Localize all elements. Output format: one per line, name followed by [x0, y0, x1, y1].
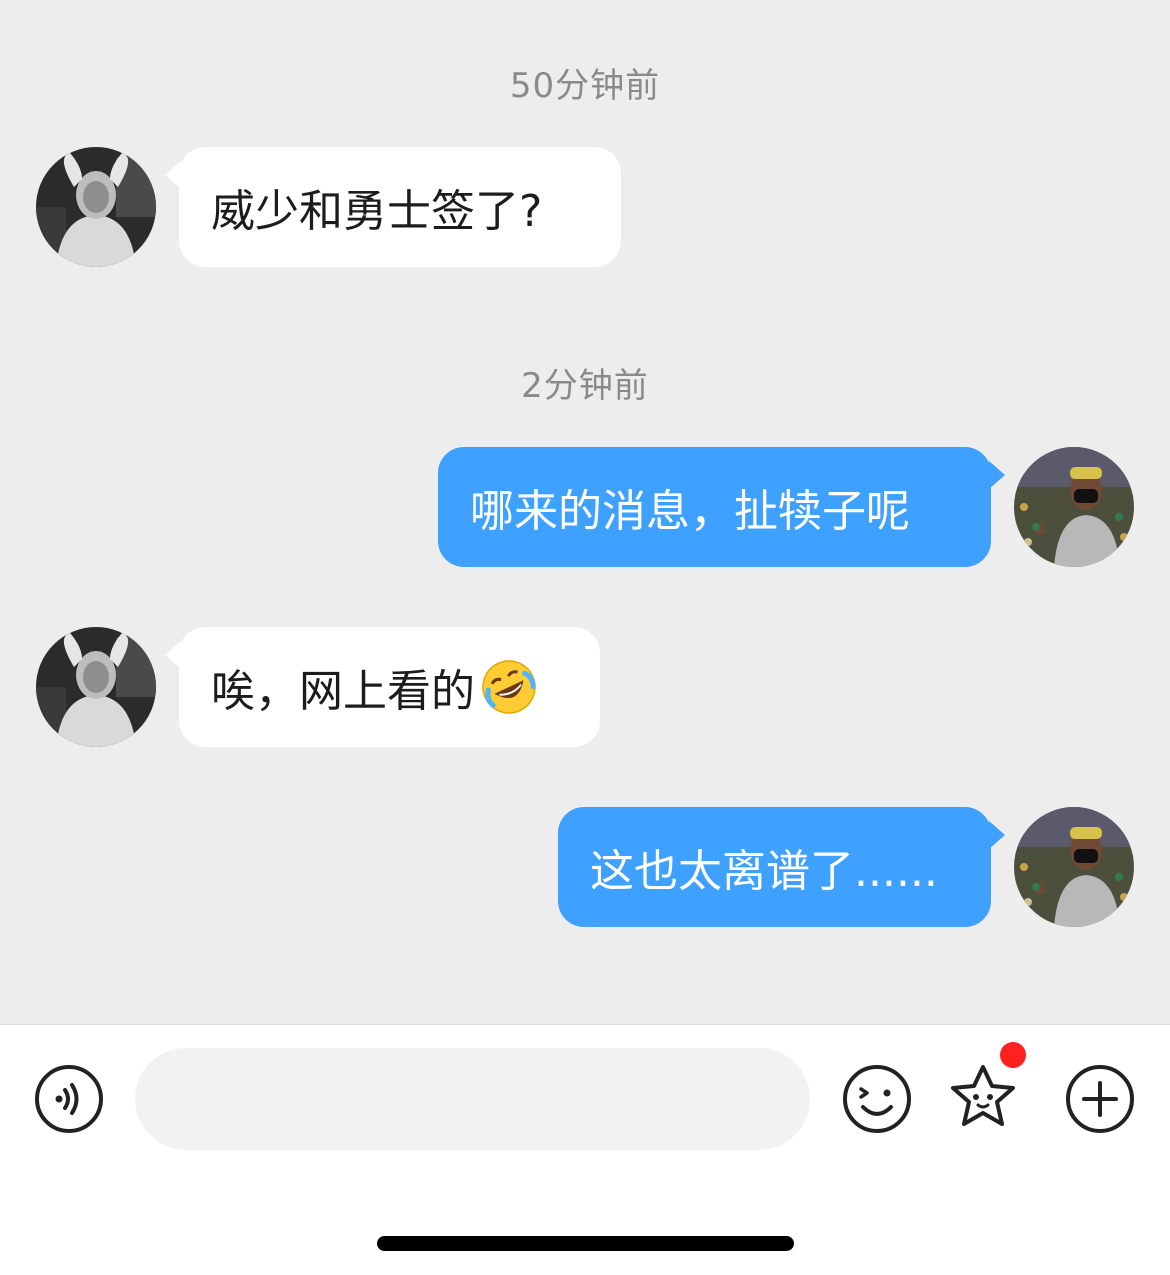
my-avatar[interactable] [1014, 807, 1134, 927]
message-bubble-received[interactable]: 唉，网上看的 [165, 627, 600, 747]
message-bubble-received[interactable]: 威少和勇士签了? [165, 147, 621, 267]
message-input[interactable] [135, 1048, 810, 1150]
my-avatar[interactable] [1014, 447, 1134, 567]
notification-dot [1000, 1042, 1026, 1068]
message-text: 哪来的消息，扯犊子呢 [470, 486, 910, 537]
contact-avatar[interactable] [36, 147, 156, 267]
bubble-tail [165, 161, 181, 189]
chat-area[interactable]: 50分钟前 威少和勇士签了? 2分钟前 哪来的消息，扯犊子呢 唉，网上看的 这也… [0, 0, 1170, 1024]
bubble-tail [989, 461, 1005, 489]
star-sticker-icon[interactable] [947, 1061, 1019, 1133]
plus-circle-icon[interactable] [1064, 1063, 1136, 1135]
contact-avatar[interactable] [36, 627, 156, 747]
home-indicator[interactable] [377, 1236, 794, 1251]
voice-message-icon[interactable] [33, 1063, 105, 1135]
message-text: 这也太离谱了...... [590, 846, 938, 897]
message-bubble-sent[interactable]: 这也太离谱了...... [558, 807, 1005, 927]
rolling-on-floor-laughing-emoji [482, 660, 536, 714]
bubble-tail [989, 821, 1005, 849]
bubble-tail [165, 641, 181, 669]
message-text: 唉，网上看的 [211, 666, 475, 717]
timestamp: 2分钟前 [521, 366, 649, 406]
smiley-face-icon[interactable] [841, 1063, 913, 1135]
message-text: 威少和勇士签了? [211, 186, 543, 237]
timestamp: 50分钟前 [509, 66, 661, 106]
message-toolbar [0, 1024, 1170, 1275]
message-bubble-sent[interactable]: 哪来的消息，扯犊子呢 [438, 447, 1005, 567]
